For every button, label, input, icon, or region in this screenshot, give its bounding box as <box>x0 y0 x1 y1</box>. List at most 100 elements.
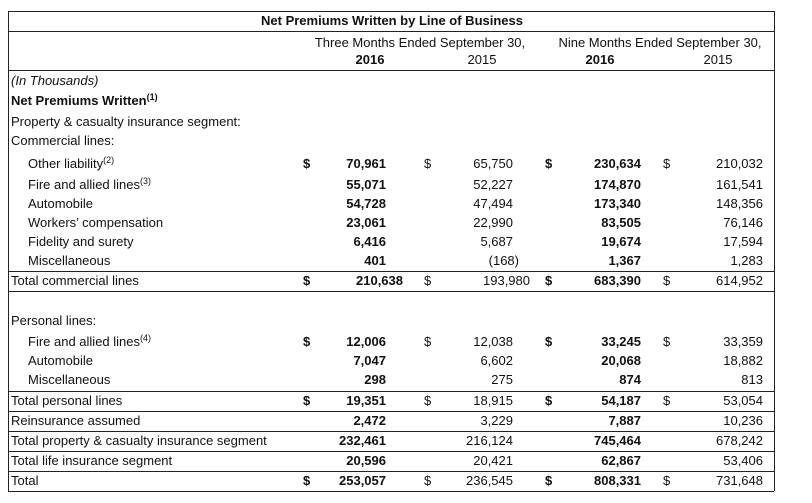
q2016-value: 19,351 <box>346 393 386 408</box>
dollar-sign: $ <box>303 334 311 349</box>
n2016-value: 874 <box>619 372 641 387</box>
title-bottom-rule <box>8 31 774 32</box>
year-header-n2015: 2015 <box>703 52 733 67</box>
q2015-value: 65,750 <box>473 156 513 171</box>
dollar-sign: $ <box>663 273 671 288</box>
n2015-value: 813 <box>741 372 763 387</box>
n2015-value: 161,541 <box>716 177 763 192</box>
premiums-table: Net Premiums Written by Line of Business… <box>0 0 812 503</box>
q2015-value: 5,687 <box>480 234 513 249</box>
row-label: Miscellaneous <box>28 372 111 387</box>
n2016-value: 1,367 <box>608 253 641 268</box>
q2015-value: 47,494 <box>473 196 513 211</box>
q2015-value: 52,227 <box>473 177 513 192</box>
q2016-value: 12,006 <box>346 334 386 349</box>
n2016-value: 20,068 <box>601 353 641 368</box>
n2016-value: 745,464 <box>594 433 641 448</box>
row-label: Total property & casualty insurance segm… <box>11 433 267 448</box>
q2016-value: 20,596 <box>346 453 386 468</box>
q2015-value: 216,124 <box>466 433 513 448</box>
row-label: Total <box>11 473 39 488</box>
dollar-sign: $ <box>663 156 671 171</box>
n2016-value: 33,245 <box>601 334 641 349</box>
q2016-value: 55,071 <box>346 177 386 192</box>
n2016-value: 174,870 <box>594 177 641 192</box>
n2016-value: 54,187 <box>601 393 641 408</box>
header-rule <box>8 70 774 71</box>
three-months-header: Three Months Ended September 30, <box>314 35 526 50</box>
row-label-text: Fire and allied lines <box>28 334 141 349</box>
row-label-text: Other liability <box>28 156 104 171</box>
dollar-sign: $ <box>545 393 553 408</box>
section-heading-text: Net Premiums Written <box>11 93 147 108</box>
row-label-text: Fire and allied lines <box>28 177 141 192</box>
row-label-note: (2) <box>103 155 115 165</box>
q2016-value: 6,416 <box>353 234 386 249</box>
row-label-note: (4) <box>140 333 152 343</box>
q2015-value: 193,980 <box>483 273 530 288</box>
q2015-value: (168) <box>488 253 519 268</box>
section-heading: Net Premiums Written(1) <box>11 93 158 109</box>
dollar-sign: $ <box>303 473 311 488</box>
table-right-border <box>774 31 775 491</box>
dollar-sign: $ <box>424 393 432 408</box>
q2016-value: 70,961 <box>346 156 386 171</box>
row-label: Total commercial lines <box>11 273 139 288</box>
row-label: Workers’ compensation <box>28 215 164 230</box>
row-label: Fire and allied lines(4) <box>28 334 151 350</box>
n2015-value: 10,236 <box>723 413 763 428</box>
year-header-q2016: 2016 <box>355 52 385 67</box>
n2015-value: 17,594 <box>723 234 763 249</box>
n2015-value: 18,882 <box>723 353 763 368</box>
n2016-value: 62,867 <box>601 453 641 468</box>
dollar-sign: $ <box>303 156 311 171</box>
n2015-value: 210,032 <box>716 156 763 171</box>
dollar-sign: $ <box>424 273 432 288</box>
dollar-sign: $ <box>663 473 671 488</box>
n2016-value: 230,634 <box>594 156 641 171</box>
row-label: Reinsurance assumed <box>11 413 141 428</box>
row-label: Automobile <box>28 196 94 211</box>
dollar-sign: $ <box>303 273 311 288</box>
year-header-q2015: 2015 <box>467 52 497 67</box>
q2016-value: 253,057 <box>339 473 386 488</box>
n2016-value: 83,505 <box>601 215 641 230</box>
row-label: Automobile <box>28 353 94 368</box>
nine-months-header: Nine Months Ended September 30, <box>558 35 762 50</box>
personal-heading: Personal lines: <box>11 313 97 328</box>
q2015-value: 20,421 <box>473 453 513 468</box>
n2015-value: 53,406 <box>723 453 763 468</box>
q2015-value: 18,915 <box>473 393 513 408</box>
row-rule <box>8 431 774 432</box>
row-rule <box>8 391 774 392</box>
dollar-sign: $ <box>663 393 671 408</box>
n2016-value: 7,887 <box>608 413 641 428</box>
dollar-sign: $ <box>663 334 671 349</box>
q2016-value: 298 <box>364 372 386 387</box>
row-label: Other liability(2) <box>28 156 114 172</box>
title-right-border <box>774 11 775 31</box>
row-rule <box>8 451 774 452</box>
row-label: Total personal lines <box>11 393 123 408</box>
units-label: (In Thousands) <box>11 73 99 88</box>
table-top-rule <box>8 11 774 12</box>
n2015-value: 1,283 <box>730 253 763 268</box>
n2015-value: 731,648 <box>716 473 763 488</box>
q2015-value: 22,990 <box>473 215 513 230</box>
section-heading-note: (1) <box>146 92 158 102</box>
row-label: Total life insurance segment <box>11 453 173 468</box>
table-left-border <box>8 31 9 491</box>
dollar-sign: $ <box>424 334 432 349</box>
n2015-value: 53,054 <box>723 393 763 408</box>
q2016-value: 232,461 <box>339 433 386 448</box>
n2016-value: 808,331 <box>594 473 641 488</box>
row-rule <box>8 271 774 272</box>
dollar-sign: $ <box>545 273 553 288</box>
dollar-sign: $ <box>545 156 553 171</box>
q2015-value: 12,038 <box>473 334 513 349</box>
title-left-border <box>8 11 9 31</box>
n2016-value: 683,390 <box>594 273 641 288</box>
row-label: Fire and allied lines(3) <box>28 177 151 193</box>
q2015-value: 6,602 <box>480 353 513 368</box>
q2015-value: 275 <box>491 372 513 387</box>
